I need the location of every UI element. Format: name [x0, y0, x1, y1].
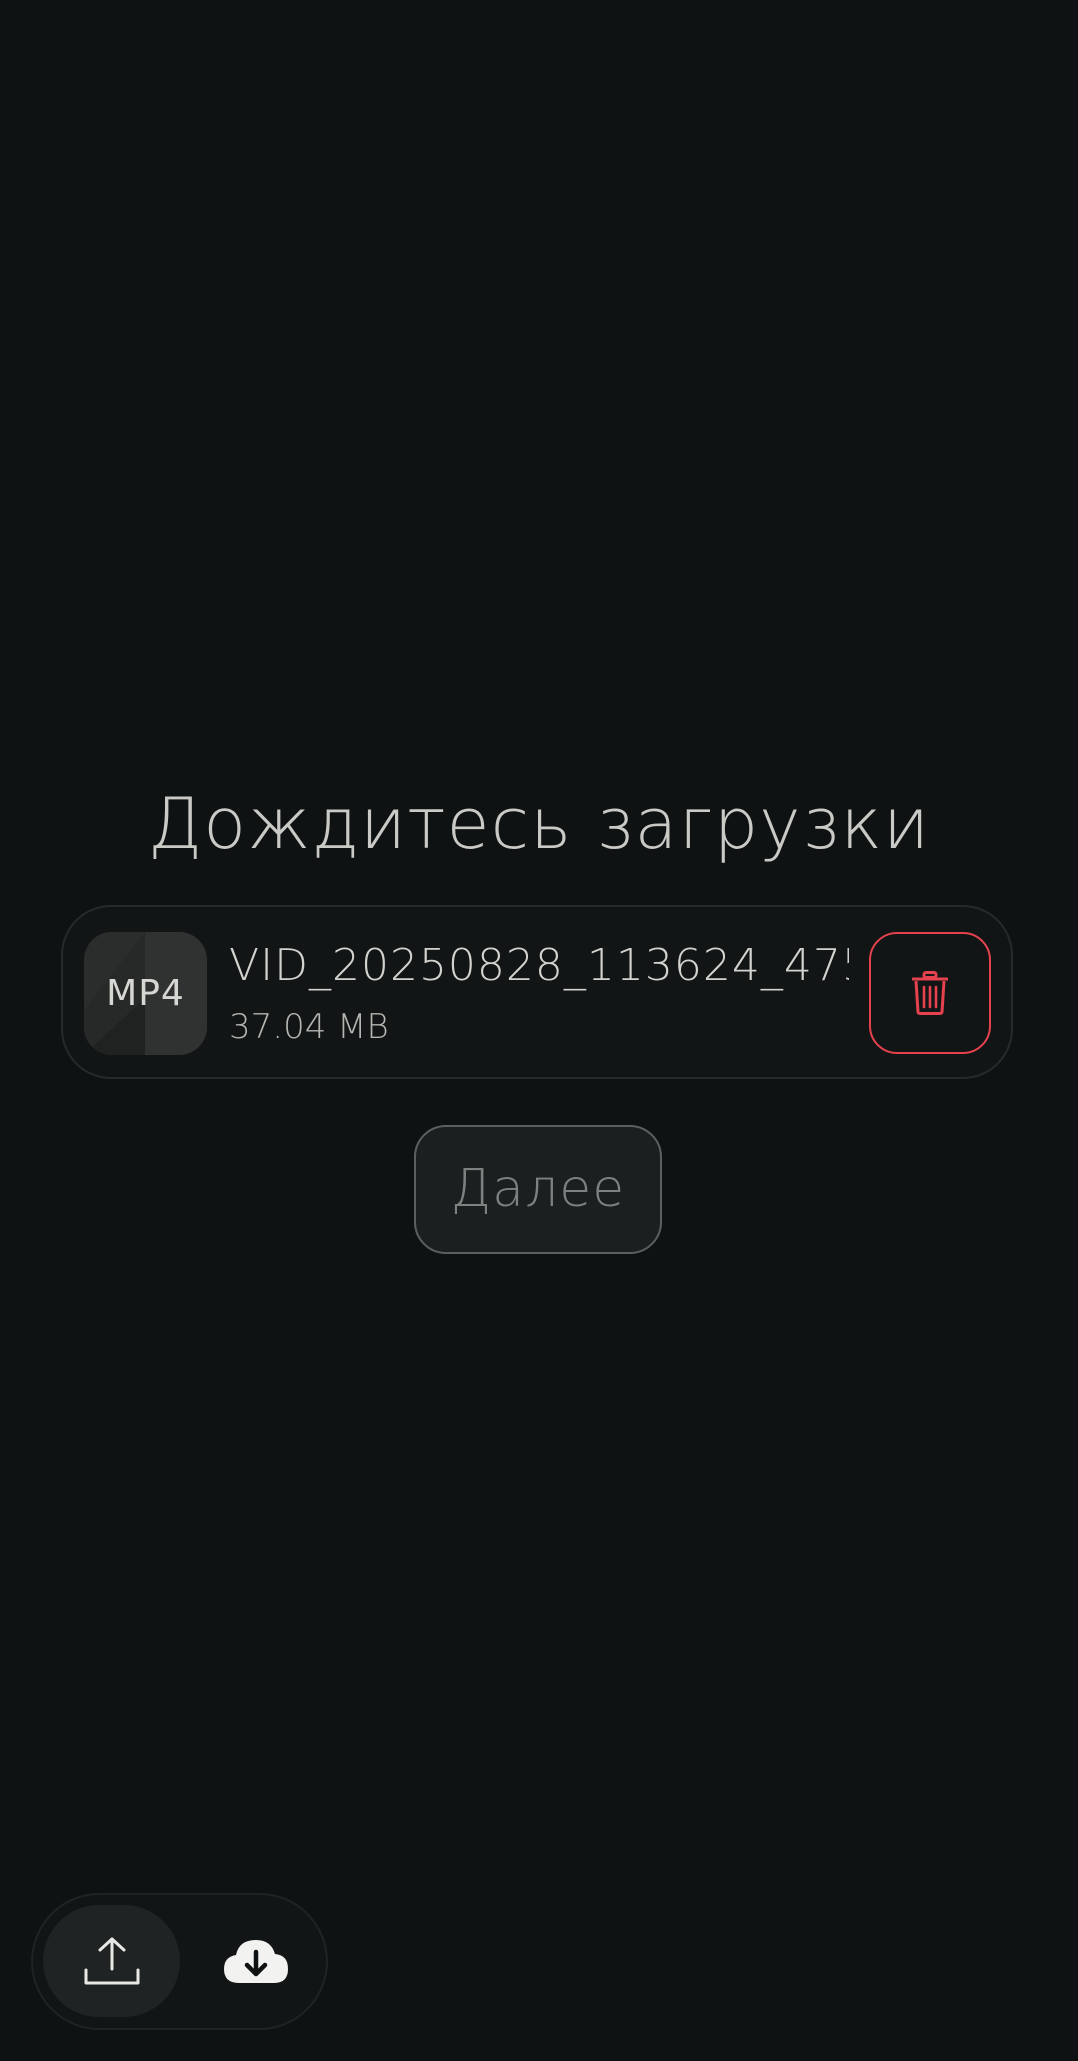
upload-button[interactable] — [43, 1905, 180, 2017]
upload-screen: Дождитесь загрузки MP4 VID_20250828_1136… — [0, 0, 1078, 2061]
file-extension-label: MP4 — [106, 973, 185, 1014]
cloud-download-button[interactable] — [196, 1905, 316, 2017]
delete-file-button[interactable] — [869, 932, 991, 1054]
upload-icon — [84, 1937, 139, 1985]
file-size: 37.04 MB — [229, 1007, 389, 1047]
trash-icon — [912, 971, 948, 1015]
file-type-thumbnail: MP4 — [84, 932, 207, 1055]
file-name: VID_20250828_113624_475... — [229, 940, 849, 991]
cloud-download-icon — [224, 1940, 288, 1983]
page-title: Дождитесь загрузки — [147, 783, 931, 865]
next-button[interactable]: Далее — [414, 1125, 662, 1254]
